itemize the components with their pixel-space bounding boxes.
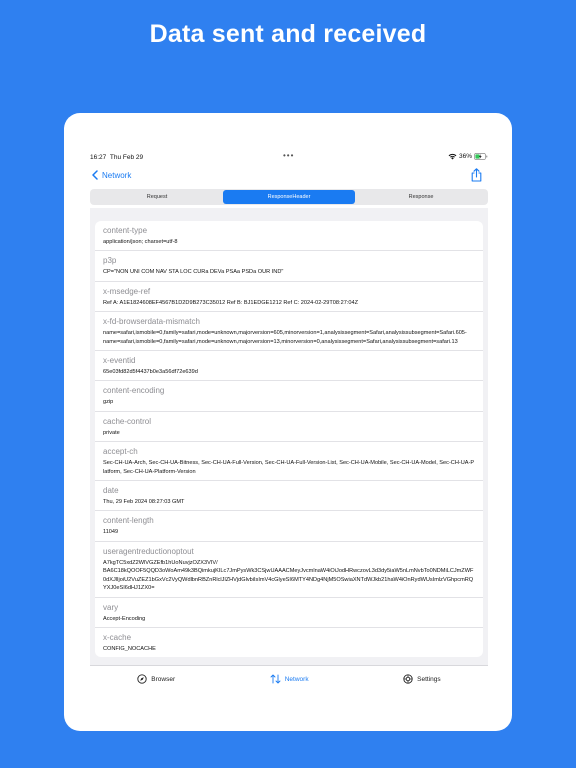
headers-list[interactable]: content-type application/json; charset=u… [95,221,483,657]
header-row: vary Accept-Encoding [95,598,483,628]
segment-response-header[interactable]: ResponseHeader [223,190,355,204]
tab-settings-label: Settings [417,675,441,683]
share-button[interactable] [471,168,482,187]
status-time-date: 16:27 Thu Feb 29 [90,154,143,161]
wifi-icon [448,153,457,160]
header-row: x-eventid 65e03fd82d5f4437b0e3a56df72e63… [95,351,483,382]
arrows-updown-icon [270,674,281,684]
header-value: CP="NON UNI COM NAV STA LOC CURa DEVa PS… [103,269,284,276]
header-row: cache-control private [95,412,483,443]
header-row: date Thu, 29 Feb 2024 08:27:03 GMT [95,481,483,512]
header-row: useragentreductionoptout A7kgTC5xdZ2WlVG… [95,542,483,598]
tab-network[interactable]: Network [270,674,309,684]
header-value: 65e03fd82d5f4437b0e3a56df72e639d [103,369,198,376]
tab-browser-label: Browser [151,675,176,683]
tab-network-label: Network [284,675,309,683]
tab-bar: Browser Network Settings [90,665,488,705]
tab-browser[interactable]: Browser [137,674,175,684]
header-value: Accept-Encoding [103,615,146,622]
navigation-bar: Network [90,168,488,188]
status-date: Thu Feb 29 [109,154,144,161]
header-row: p3p CP="NON UNI COM NAV STA LOC CURa DEV… [95,251,483,282]
header-row: content-type application/json; charset=u… [95,221,483,252]
multitasking-dots-icon[interactable]: ••• [283,151,294,160]
header-key: content-length [103,516,154,526]
header-value: A7kgTC5xdZ2WlVGZEfb1hUoNuvjzOZX3VIV/ BA6… [103,559,474,592]
header-value: Sec-CH-UA-Arch, Sec-CH-UA-Bitness, Sec-C… [103,460,475,475]
header-key: x-cache [103,632,132,642]
header-key: p3p [103,256,117,266]
header-key: vary [103,602,119,612]
header-value: CONFIG_NOCACHE [103,645,156,652]
header-row: content-encoding gzip [95,381,483,412]
header-key: cache-control [103,416,152,426]
header-value: application/json; charset=utf-8 [103,239,178,245]
status-indicators: 36% [448,153,488,160]
tab-settings[interactable]: Settings [403,674,441,684]
header-value: name=safari,ismobile=0,family=safari,mod… [103,330,467,345]
header-value: Ref A: A1E1824608EF4567B1D2D9B273C35012 … [103,299,358,306]
header-value: private [103,429,120,436]
header-value: gzip [103,399,114,406]
header-key: x-msedge-ref [103,286,151,296]
device-frame: 16:27 Thu Feb 29 ••• 36% Network Request… [64,113,512,731]
battery-charging-icon [474,153,488,160]
header-row: accept-ch Sec-CH-UA-Arch, Sec-CH-UA-Bitn… [95,442,483,482]
header-key: date [103,486,119,496]
header-value: Thu, 29 Feb 2024 08:27:03 GMT [103,499,185,506]
segmented-control: Request ResponseHeader Response [90,189,488,205]
page-headline: Data sent and received [149,20,427,48]
status-bar: 16:27 Thu Feb 29 ••• 36% [90,151,488,165]
header-row: x-fd-browserdata-mismatch name=safari,is… [95,312,483,352]
segment-response[interactable]: Response [355,190,487,204]
header-row: content-length 11049 [95,511,483,542]
chevron-left-icon [92,170,98,180]
segment-request[interactable]: Request [91,190,223,204]
header-key: accept-ch [103,447,138,457]
header-key: useragentreductionoptout [103,546,194,556]
share-icon [471,168,482,182]
header-key: x-fd-browserdata-mismatch [103,317,200,327]
status-time: 16:27 [90,154,107,161]
header-key: x-eventid [103,356,136,366]
header-row: x-cache CONFIG_NOCACHE [95,628,483,657]
compass-icon [137,674,147,684]
header-row: x-msedge-ref Ref A: A1E1824608EF4567B1D2… [95,282,483,313]
header-key: content-encoding [103,386,165,396]
back-button-label: Network [102,170,132,180]
back-button[interactable]: Network [92,170,131,180]
gear-icon [403,674,413,684]
header-value: 11049 [103,529,119,536]
header-key: content-type [103,226,148,235]
battery-percent: 36% [458,153,472,160]
